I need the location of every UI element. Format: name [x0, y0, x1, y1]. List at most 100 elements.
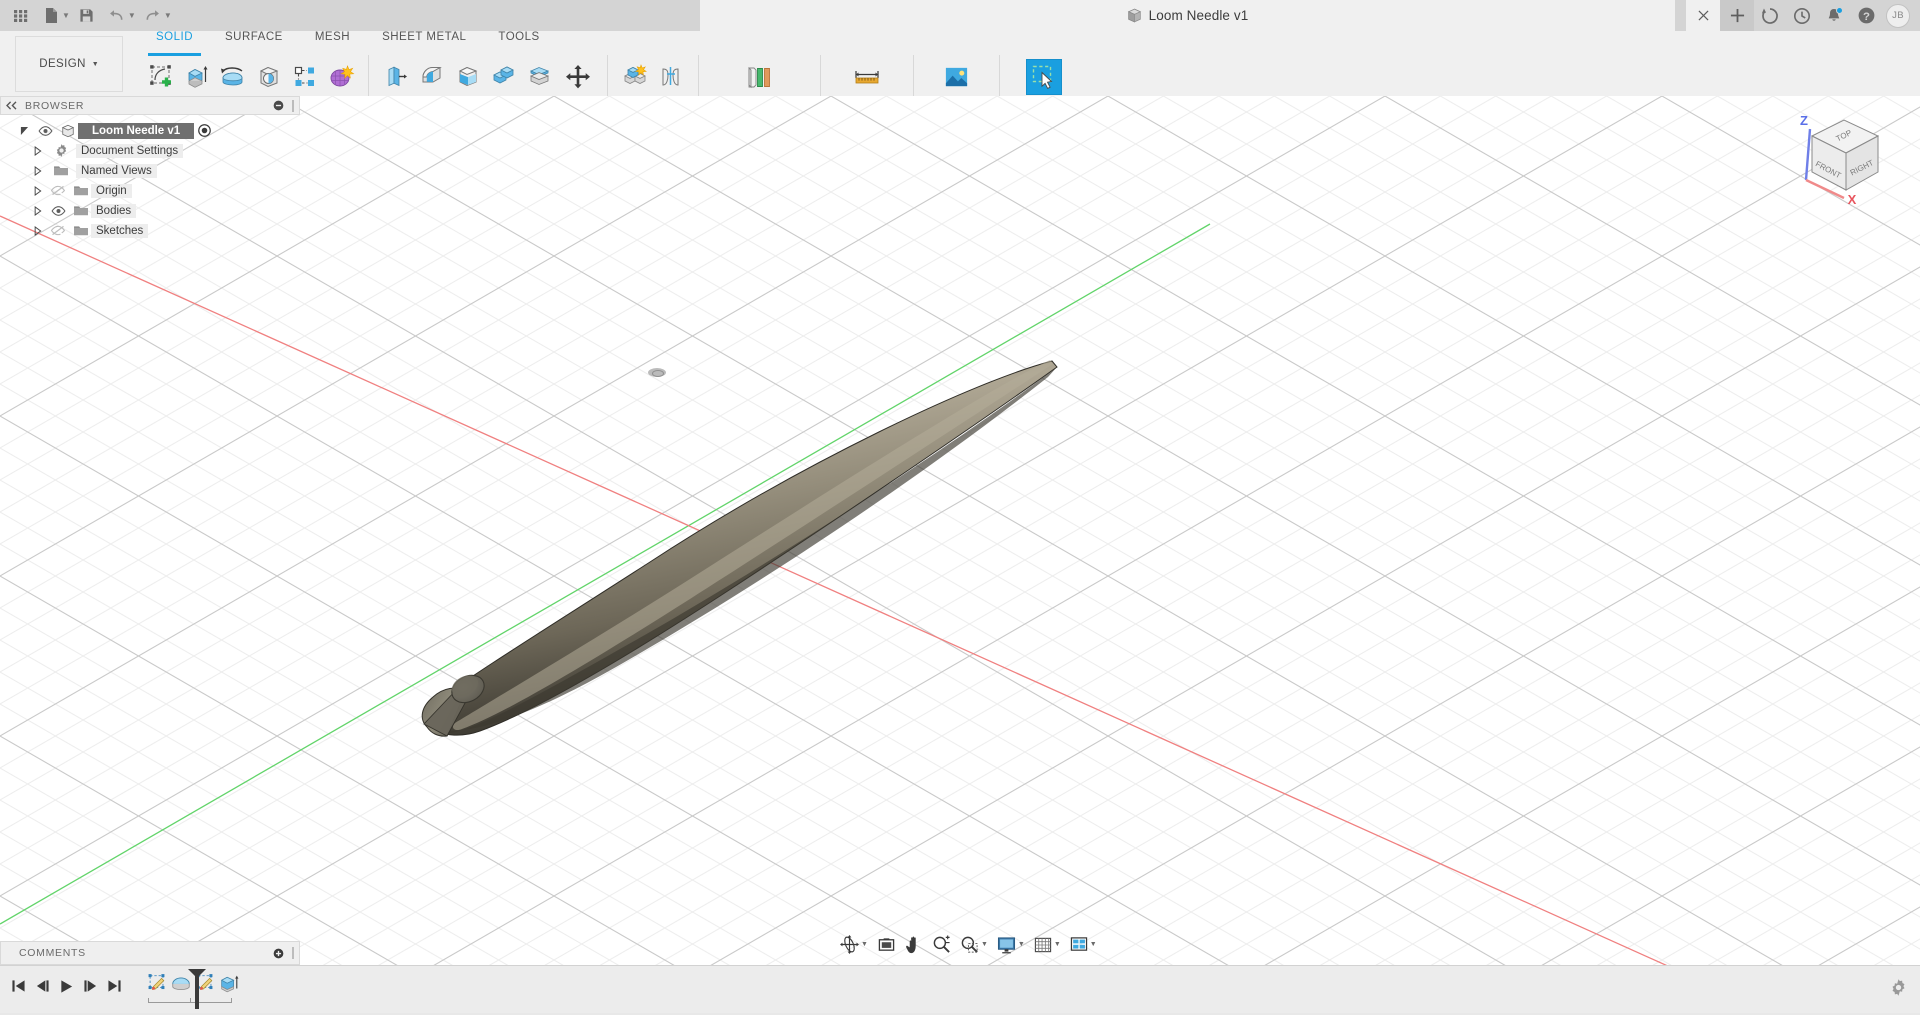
workspace-label: DESIGN — [39, 58, 86, 70]
browser-panel: BROWSER Loom Needle v1 — [0, 96, 300, 241]
hole-tool[interactable] — [252, 60, 286, 94]
new-component-tool[interactable] — [618, 60, 652, 94]
chevron-down-icon[interactable]: ▼ — [981, 941, 988, 948]
timeline-bar — [0, 965, 1920, 1013]
notification-badge — [1836, 7, 1843, 14]
save-button[interactable] — [72, 1, 102, 31]
browser-item-root-label: Loom Needle v1 — [78, 123, 194, 139]
fit-button[interactable]: ▼ — [956, 933, 992, 957]
display-settings-button[interactable]: ▼ — [993, 933, 1029, 957]
measure-tool[interactable] — [848, 60, 886, 94]
circle-plus-icon[interactable] — [273, 948, 284, 959]
tab-surface[interactable]: SURFACE — [209, 31, 299, 53]
tab-sheet-metal-label: SHEET METAL — [382, 31, 466, 43]
title-bar-right-toolbar: ? JB — [1686, 0, 1920, 31]
pan-button[interactable] — [901, 933, 927, 957]
shell-tool[interactable] — [451, 60, 485, 94]
browser-item-origin[interactable]: Origin — [0, 181, 300, 200]
browser-item-sketches[interactable]: Sketches — [0, 221, 300, 240]
viewport-canvas[interactable]: BROWSER Loom Needle v1 — [0, 96, 1920, 965]
browser-title: BROWSER — [25, 100, 266, 112]
tab-close-button[interactable] — [1686, 0, 1720, 31]
expand-triangle-icon[interactable] — [29, 146, 46, 156]
undo-menu-caret-icon[interactable]: ▼ — [128, 11, 136, 20]
avatar[interactable]: JB — [1886, 4, 1910, 28]
job-status-button[interactable] — [1786, 0, 1818, 31]
orbit-button[interactable]: ▼ — [836, 933, 872, 957]
timeline-feature-extrude[interactable] — [217, 970, 240, 995]
go-to-beginning-button[interactable] — [8, 973, 28, 999]
timeline-settings-button[interactable] — [1889, 978, 1908, 1002]
app-grid-button[interactable] — [6, 1, 36, 31]
expand-triangle-icon[interactable] — [29, 206, 46, 216]
create-form-tool[interactable] — [324, 60, 358, 94]
redo-menu-caret-icon[interactable]: ▼ — [164, 11, 172, 20]
workspace-switcher[interactable]: DESIGN ▼ — [15, 36, 123, 92]
browser-resize-handle[interactable] — [291, 100, 295, 112]
timeline-feature-sketch-1[interactable] — [145, 970, 168, 995]
offset-plane-tool[interactable] — [740, 60, 778, 94]
joint-tool[interactable] — [654, 60, 688, 94]
browser-item-bodies-label: Bodies — [91, 204, 136, 218]
split-face-tool[interactable] — [523, 60, 557, 94]
play-button[interactable] — [56, 973, 76, 999]
browser-item-root[interactable]: Loom Needle v1 — [0, 121, 300, 140]
tab-surface-label: SURFACE — [225, 31, 283, 43]
look-at-button[interactable] — [873, 933, 900, 957]
grid-snaps-button[interactable]: ▼ — [1030, 933, 1065, 957]
fillet-tool[interactable] — [415, 60, 449, 94]
expand-triangle-icon[interactable] — [29, 186, 46, 196]
visibility-toggle-icon[interactable] — [46, 206, 70, 216]
zoom-button[interactable] — [928, 933, 955, 957]
visibility-toggle-icon[interactable] — [33, 126, 57, 136]
tab-tools[interactable]: TOOLS — [482, 31, 555, 53]
new-tab-button[interactable] — [1720, 0, 1754, 31]
chevron-down-icon[interactable]: ▼ — [861, 941, 868, 948]
notifications-button[interactable] — [1818, 0, 1850, 31]
expand-triangle-icon[interactable] — [29, 226, 46, 236]
help-button[interactable]: ? — [1850, 0, 1882, 31]
select-tool[interactable] — [1026, 59, 1062, 95]
file-menu-caret-icon[interactable]: ▼ — [62, 11, 70, 20]
extrude-tool[interactable] — [180, 60, 214, 94]
chevron-down-icon: ▼ — [92, 61, 99, 68]
origin-point-icon — [648, 368, 666, 377]
tab-mesh-label: MESH — [315, 31, 350, 43]
pattern-tool[interactable] — [288, 60, 322, 94]
step-forward-button[interactable] — [80, 973, 100, 999]
chevron-down-icon[interactable]: ▼ — [1018, 941, 1025, 948]
chevron-down-icon[interactable]: ▼ — [1090, 941, 1097, 948]
comments-panel: COMMENTS — [0, 941, 300, 965]
browser-item-document-settings[interactable]: Document Settings — [0, 141, 300, 160]
expand-triangle-icon[interactable] — [16, 126, 33, 136]
revolve-tool[interactable] — [216, 60, 250, 94]
view-cube[interactable]: TOP FRONT RIGHT Z X — [1782, 108, 1892, 208]
refresh-button[interactable] — [1754, 0, 1786, 31]
browser-item-bodies[interactable]: Bodies — [0, 201, 300, 220]
browser-item-named-views[interactable]: Named Views — [0, 161, 300, 180]
chevron-down-icon[interactable]: ▼ — [1054, 941, 1061, 948]
insert-canvas-tool[interactable] — [938, 60, 976, 94]
document-tab[interactable]: Loom Needle v1 — [700, 0, 1675, 31]
press-pull-tool[interactable] — [379, 60, 413, 94]
create-sketch-tool[interactable] — [144, 60, 178, 94]
visibility-toggle-icon[interactable] — [46, 185, 70, 196]
move-copy-tool[interactable] — [559, 60, 597, 94]
circle-minus-icon[interactable] — [273, 100, 284, 111]
combine-tool[interactable] — [487, 60, 521, 94]
visibility-toggle-icon[interactable] — [46, 225, 70, 236]
comments-title: COMMENTS — [5, 947, 266, 959]
viewports-button[interactable]: ▼ — [1066, 933, 1101, 957]
tab-mesh[interactable]: MESH — [299, 31, 366, 53]
activate-component-icon[interactable] — [198, 124, 211, 137]
tab-solid-label: SOLID — [156, 31, 193, 43]
expand-triangle-icon[interactable] — [29, 166, 46, 176]
double-chevron-left-icon[interactable] — [5, 101, 18, 110]
go-to-end-button[interactable] — [104, 973, 124, 999]
tab-solid[interactable]: SOLID — [140, 31, 209, 53]
comments-resize-handle[interactable] — [291, 947, 295, 959]
timeline-end-marker[interactable] — [186, 968, 208, 1015]
tab-sheet-metal[interactable]: SHEET METAL — [366, 31, 482, 53]
gear-icon — [46, 143, 76, 158]
step-back-button[interactable] — [32, 973, 52, 999]
